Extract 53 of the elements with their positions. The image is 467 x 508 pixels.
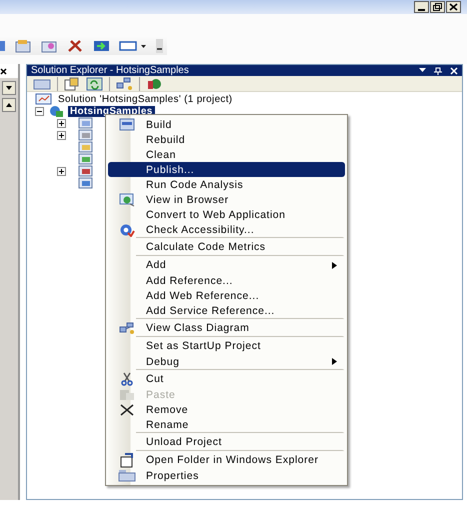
submenu-arrow-icon: [332, 358, 337, 365]
minimize-icon[interactable]: [414, 1, 429, 13]
menu-item[interactable]: Add Reference...: [108, 273, 345, 288]
expand-icon[interactable]: [57, 166, 66, 176]
caret-up-icon: [6, 103, 12, 107]
dropdown-icon[interactable]: [419, 68, 426, 73]
collapse-icon[interactable]: [35, 106, 44, 116]
dropdown-button[interactable]: [2, 81, 16, 95]
file-icon: [78, 177, 93, 189]
window-icon[interactable]: [119, 39, 147, 53]
submenu-arrow-icon: [332, 262, 337, 268]
file-icon: [78, 153, 93, 165]
scroll-up-button[interactable]: [2, 98, 16, 112]
menu-item[interactable]: Build: [108, 117, 345, 132]
menu-item[interactable]: Publish...: [108, 162, 345, 177]
file-icon: [78, 129, 93, 141]
menu-item[interactable]: Clean: [108, 147, 345, 162]
menu-item[interactable]: Properties: [108, 468, 345, 483]
menu-item[interactable]: Debug: [108, 354, 345, 369]
menu-item[interactable]: Add Web Reference...: [108, 288, 345, 303]
file-icon: [78, 165, 93, 177]
browser-icon: [119, 192, 135, 206]
solution-icon: [35, 93, 52, 105]
file-icon: [78, 141, 93, 153]
close-icon[interactable]: [446, 1, 461, 13]
folder-icon: [120, 452, 134, 468]
overflow-icon[interactable]: [156, 39, 163, 53]
project-icon: [48, 104, 64, 118]
files-icon[interactable]: [64, 76, 80, 90]
menu-item[interactable]: Remove: [108, 402, 345, 417]
panel-title: Solution Explorer - HotsingSamples: [31, 65, 190, 76]
solution-label[interactable]: Solution 'HotsingSamples' (1 project): [56, 94, 234, 104]
menu-item[interactable]: Add Service Reference...: [108, 303, 345, 318]
menu-item[interactable]: Rebuild: [108, 132, 345, 147]
menu-item[interactable]: Check Accessibility...: [108, 222, 345, 237]
caret-down-icon: [6, 86, 12, 90]
refresh-icon[interactable]: [86, 76, 103, 90]
menu-item[interactable]: Convert to Web Application: [108, 207, 345, 222]
expand-icon[interactable]: [57, 130, 66, 140]
clipboard-icon: [119, 388, 135, 401]
diagram-icon: [119, 322, 135, 334]
scissors-icon: [120, 372, 134, 386]
close-icon[interactable]: [0, 68, 7, 74]
close-icon: [120, 404, 134, 416]
menu-item[interactable]: Run Code Analysis: [108, 177, 345, 192]
menu-item[interactable]: View in Browser: [108, 192, 345, 207]
toolbar-icon[interactable]: [0, 39, 6, 53]
diagram-icon[interactable]: [116, 76, 133, 90]
pin-icon[interactable]: [434, 66, 442, 74]
file-icon: [78, 117, 93, 129]
restore-icon[interactable]: [430, 1, 445, 13]
menu-item[interactable]: Rename: [108, 417, 345, 432]
expand-icon[interactable]: [57, 118, 66, 128]
